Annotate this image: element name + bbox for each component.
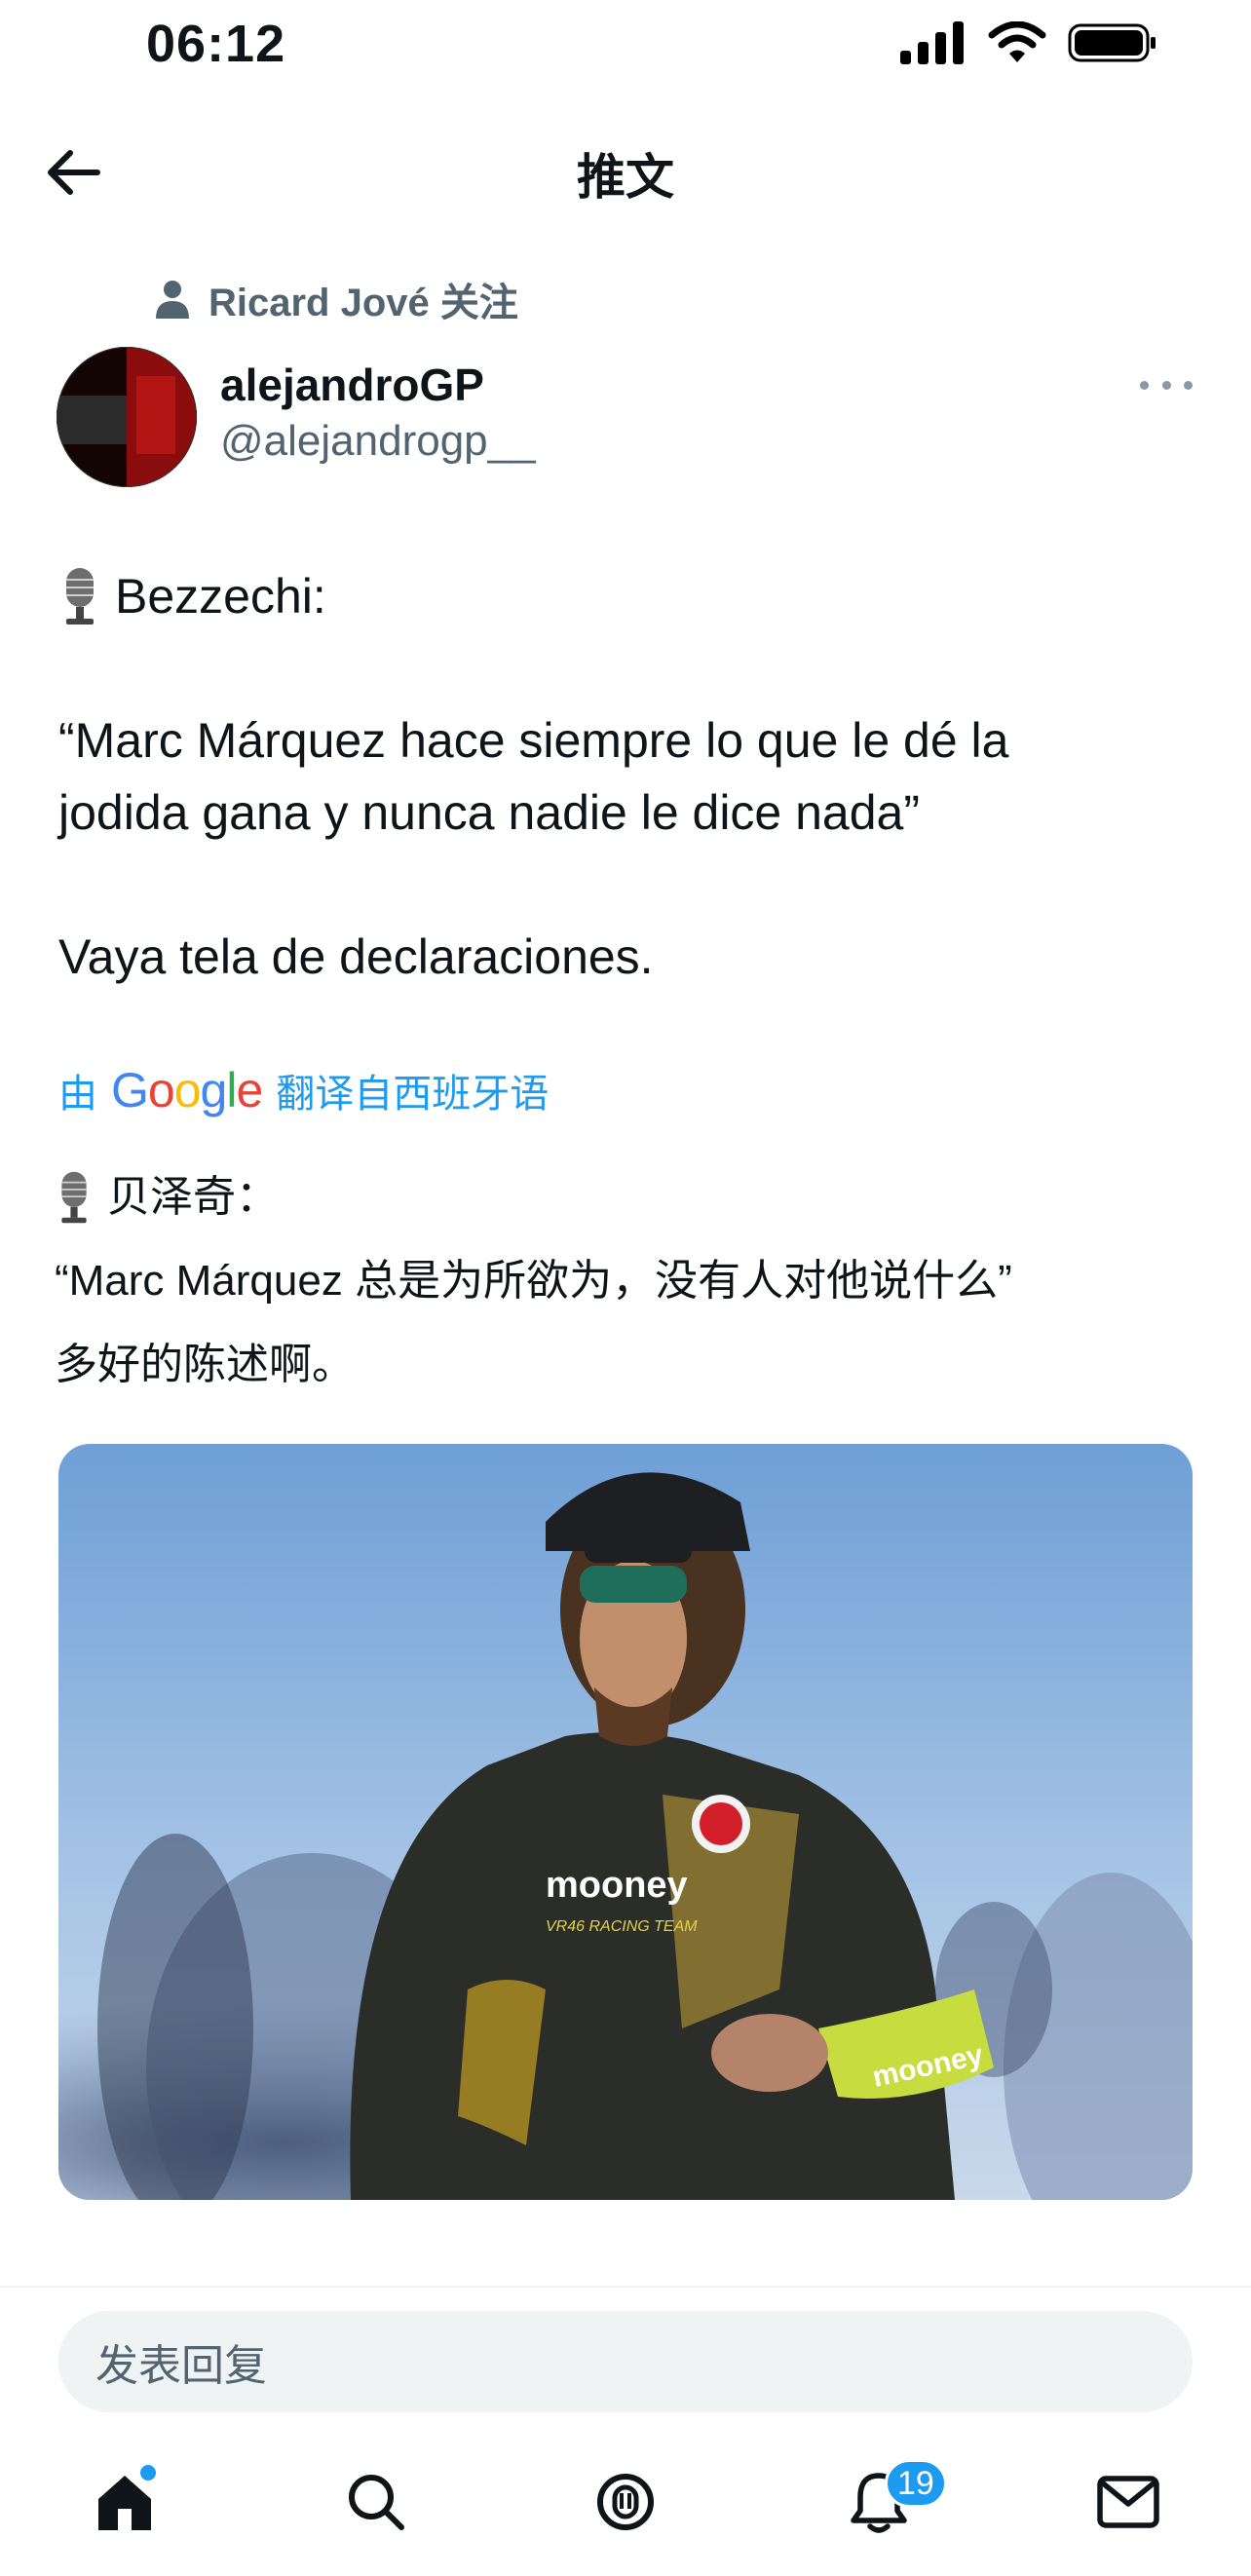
bottom-tab-bar [0,2436,1251,2576]
translated-line: 多好的陈述啊。 [55,1341,355,1388]
avatar-image [57,347,197,487]
translated-line-text: 贝泽奇： [107,1173,279,1221]
person-icon [156,281,189,319]
tweet-photo[interactable]: mooney VR46 RACING TEAM mooney [58,1444,1193,2200]
spaces-icon [597,2474,654,2530]
tab-search[interactable] [335,2461,417,2543]
tweet-line-text: Bezzechi: [115,569,326,624]
microphone-icon [66,568,94,625]
divider [0,2286,1251,2288]
translated-text: 贝泽奇： “Marc Márquez 总是为所欲为，没有人对他说什么” 多好的陈… [55,1155,1204,1407]
tweet-line-text: Vaya tela de declaraciones. [58,929,654,984]
mail-icon [1097,2476,1159,2528]
more-dot [1161,380,1171,390]
search-icon [349,2475,404,2530]
translated-line: “Marc Márquez 总是为所欲为，没有人对他说什么” [55,1257,1012,1305]
reply-input[interactable]: 发表回复 [58,2311,1193,2412]
sponsor-logo-text: mooney [546,1865,688,1906]
rider-photo: mooney VR46 RACING TEAM mooney [58,1444,1193,2200]
microphone-icon [61,1171,87,1224]
social-context[interactable]: Ricard Jové 关注 [156,271,518,327]
top-header: 推文 [0,117,1251,224]
status-time: 06:12 [146,15,286,73]
tab-messages[interactable] [1087,2461,1169,2543]
home-unread-dot [140,2465,156,2481]
tab-spaces[interactable] [585,2461,666,2543]
tweet-line: jodida gana y nunca nadie le dice nada” [58,777,1198,849]
status-bar: 06:12 [0,0,1251,88]
page-title: 推文 [577,150,674,205]
team-logo-text: VR46 RACING TEAM [546,1918,698,1935]
translation-suffix: 翻译自西班牙语 [276,1073,550,1116]
tweet-line: “Marc Márquez hace siempre lo que le dé … [58,704,1198,777]
notifications-badge: 19 [885,2459,947,2508]
tweet-text: Bezzechi: “Marc Márquez hace siempre lo … [58,560,1198,993]
author-avatar[interactable] [57,347,197,487]
signal-icon [900,21,964,64]
tweet-line: Bezzechi: [58,560,1198,632]
translation-attribution[interactable]: 由 Google 翻译自西班牙语 [58,1062,549,1118]
status-icons [900,21,1157,64]
google-logo: Google [111,1063,263,1118]
social-context-text: Ricard Jové 关注 [208,282,518,324]
author-handle[interactable]: @alejandrogp__ [220,417,536,466]
more-dot [1184,380,1193,390]
author-name[interactable]: alejandroGP [220,359,484,411]
more-options-button[interactable] [1140,370,1193,399]
tweet-line-text: “Marc Márquez hace siempre lo que le dé … [58,713,1009,768]
translation-prefix: 由 [58,1073,97,1116]
more-dot [1140,380,1149,390]
tweet-line-text: jodida gana y nunca nadie le dice nada” [58,785,921,840]
wifi-icon [988,21,1046,62]
battery-icon [1068,23,1156,62]
translated-line: 贝泽奇： [55,1155,1204,1239]
reply-placeholder: 发表回复 [95,2342,267,2390]
tweet-line: Vaya tela de declaraciones. [58,921,1198,993]
